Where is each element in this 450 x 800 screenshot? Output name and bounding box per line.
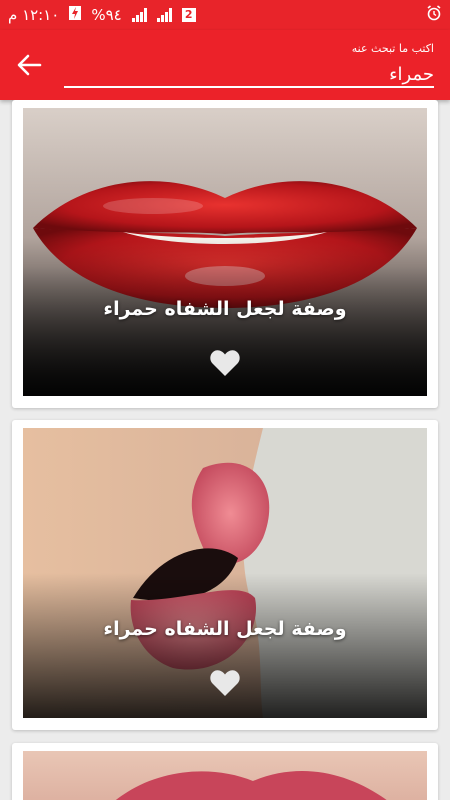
status-bar-left: ١٢:١٠ م %٩٤ 2 [8, 6, 196, 24]
status-bar: ١٢:١٠ م %٩٤ 2 [0, 0, 450, 30]
search-input[interactable] [64, 60, 434, 88]
heart-icon [210, 350, 240, 376]
back-button[interactable] [12, 48, 46, 82]
result-card[interactable]: وصفة لجعل الشفاه حمراء [12, 100, 438, 408]
arrow-left-icon [17, 54, 42, 76]
status-bar-right [426, 5, 442, 25]
favorite-button[interactable] [209, 348, 241, 378]
sim-badge: 2 [181, 8, 196, 22]
signal-icon [131, 8, 147, 22]
search-field: اكتب ما تبحث عنه [64, 40, 434, 92]
favorite-button[interactable] [209, 668, 241, 698]
card-image: وصفة لجعل الشفاه حمراء [23, 108, 427, 396]
search-hint: اكتب ما تبحث عنه [351, 42, 434, 55]
search-underline [64, 86, 434, 88]
card-title: وصفة لجعل الشفاه حمراء [103, 298, 347, 320]
card-image: وصفة لجعل الشفاه حمراء [23, 428, 427, 718]
signal-icon-secondary [156, 8, 172, 22]
charging-icon [69, 6, 82, 24]
result-card[interactable]: وصفة لجعل الشفاه حمراء [12, 420, 438, 730]
clock: ١٢:١٠ م [8, 6, 60, 24]
results-list[interactable]: وصفة لجعل الشفاه حمراء وصفة لجعل الشفاه … [0, 100, 450, 800]
lips-image [23, 751, 427, 800]
alarm-icon [426, 5, 442, 25]
result-card[interactable] [12, 743, 438, 800]
heart-icon [210, 670, 240, 696]
card-title: وصفة لجعل الشفاه حمراء [103, 618, 347, 640]
app-bar: اكتب ما تبحث عنه [0, 30, 450, 100]
battery-text: %٩٤ [91, 6, 122, 24]
card-image [23, 751, 427, 800]
